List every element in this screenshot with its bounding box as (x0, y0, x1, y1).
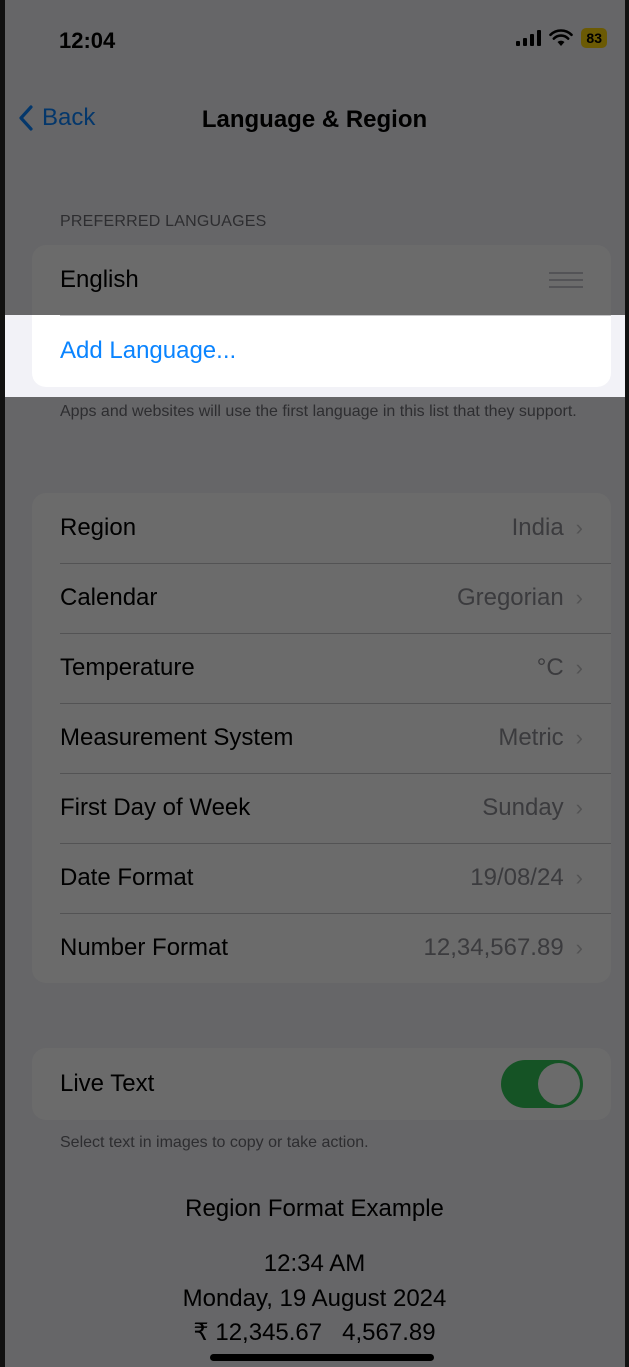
live-text-list: Live Text (32, 1048, 611, 1120)
settings-row-date-format[interactable]: Date Format 19/08/24 › (32, 843, 611, 913)
cellular-signal-icon (516, 30, 542, 46)
live-text-footer: Select text in images to copy or take ac… (60, 1134, 369, 1151)
row-value: 12,34,567.89 (423, 934, 564, 961)
settings-row-region[interactable]: Region India › (32, 493, 611, 563)
home-indicator (210, 1354, 434, 1361)
status-icons: 83 (516, 28, 607, 48)
row-label: Calendar (60, 584, 158, 611)
row-label: First Day of Week (60, 794, 251, 821)
chevron-right-icon: › (575, 585, 583, 610)
region-settings-list: Region India › Calendar Gregorian › Temp… (32, 493, 611, 983)
row-value: India (511, 514, 564, 541)
settings-row-first-day-of-week[interactable]: First Day of Week Sunday › (32, 773, 611, 843)
region-example-title: Region Format Example (185, 1195, 444, 1222)
language-label: English (60, 266, 139, 293)
row-value: Metric (498, 724, 564, 751)
add-language-button[interactable]: Add Language... (60, 337, 236, 365)
chevron-right-icon: › (575, 725, 583, 750)
row-value: °C (536, 654, 564, 681)
row-label: Region (60, 514, 137, 541)
live-text-label: Live Text (60, 1070, 155, 1097)
language-region-screen: 12:04 83 Back Language & Region PREFERRE… (0, 0, 629, 1367)
preferred-languages-footer: Apps and websites will use the first lan… (60, 403, 577, 420)
preferred-languages-header: PREFERRED LANGUAGES (60, 213, 267, 230)
region-example-time: 12:34 AM (263, 1250, 366, 1277)
row-value: Gregorian (456, 584, 564, 611)
chevron-right-icon: › (575, 515, 583, 540)
battery-icon: 83 (581, 28, 607, 48)
add-language-row[interactable]: Add Language... (32, 315, 611, 387)
row-label: Measurement System (60, 724, 294, 751)
wifi-icon (549, 29, 574, 46)
language-row-english[interactable]: English (32, 245, 611, 315)
row-value: 19/08/24 (470, 864, 564, 891)
row-label: Date Format (60, 864, 194, 891)
chevron-right-icon: › (575, 795, 583, 820)
screenshot-border-left (0, 0, 5, 1367)
row-label: Number Format (60, 934, 229, 961)
page-title: Language & Region (201, 106, 428, 133)
row-label: Temperature (60, 654, 195, 681)
live-text-row[interactable]: Live Text (32, 1048, 611, 1120)
settings-row-number-format[interactable]: Number Format 12,34,567.89 › (32, 913, 611, 983)
chevron-right-icon: › (575, 935, 583, 960)
row-value: Sunday (482, 794, 564, 821)
live-text-toggle[interactable] (501, 1060, 583, 1108)
chevron-right-icon: › (575, 865, 583, 890)
region-example-numbers: ₹ 12,345.67 4,567.89 (193, 1319, 436, 1346)
region-example-date: Monday, 19 August 2024 (182, 1285, 447, 1312)
settings-row-measurement-system[interactable]: Measurement System Metric › (32, 703, 611, 773)
reorder-handle-icon[interactable] (549, 272, 583, 288)
settings-row-calendar[interactable]: Calendar Gregorian › (32, 563, 611, 633)
preferred-languages-list: English Add Language... (32, 245, 611, 387)
settings-row-temperature[interactable]: Temperature °C › (32, 633, 611, 703)
toggle-knob (538, 1063, 580, 1105)
screenshot-border-right (625, 0, 629, 1367)
status-time: 12:04 (59, 28, 116, 53)
chevron-right-icon: › (575, 655, 583, 680)
